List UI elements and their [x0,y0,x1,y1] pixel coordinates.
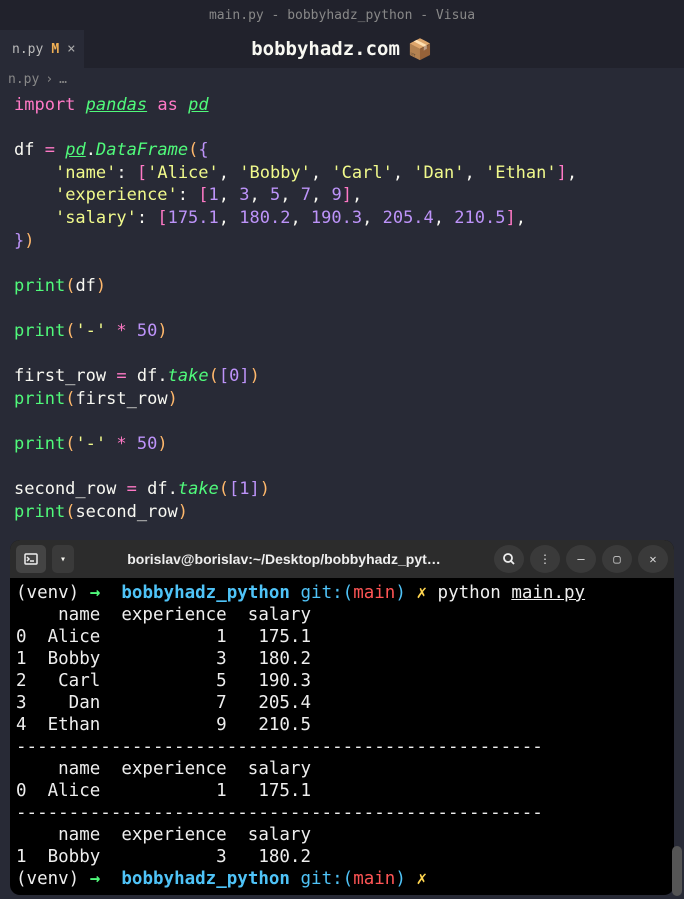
code-line: import pandas as pd [14,94,670,117]
terminal-line: ----------------------------------------… [16,802,668,824]
code-line: first_row = df.take([0]) [14,365,670,388]
code-line [14,410,670,433]
maximize-icon: ▢ [613,552,620,566]
tab-filename: n.py [12,42,43,57]
breadcrumb[interactable]: n.py › … [0,68,684,90]
code-editor[interactable]: import pandas as pd df = pd.DataFrame({ … [0,90,684,527]
search-icon [502,552,516,566]
terminal-line: name experience salary [16,824,668,846]
code-line: 'experience': [1, 3, 5, 7, 9], [14,184,670,207]
terminal-dropdown-button[interactable]: ▾ [52,545,74,573]
chevron-down-icon: ▾ [60,554,66,565]
terminal-titlebar: ▾ borislav@borislav:~/Desktop/bobbyhadz_… [10,540,674,578]
terminal-title: borislav@borislav:~/Desktop/bobbyhadz_py… [80,551,488,567]
terminal-line: 0 Alice 1 175.1 [16,626,668,648]
code-line: second_row = df.take([1]) [14,478,670,501]
watermark: bobbyhadz.com 📦 [251,37,433,61]
code-line: print(first_row) [14,388,670,411]
code-line: df = pd.DataFrame({ [14,139,670,162]
terminal-search-button[interactable] [494,545,524,573]
terminal-line: ----------------------------------------… [16,736,668,758]
code-line [14,343,670,366]
terminal-new-tab-button[interactable] [16,545,46,573]
watermark-text: bobbyhadz.com [251,38,400,60]
minimize-icon: – [577,552,584,566]
tab-modified-indicator: M [51,42,59,57]
code-line: print(df) [14,275,670,298]
code-line [14,117,670,140]
close-icon[interactable]: × [67,41,75,57]
code-line: }) [14,230,670,253]
code-line [14,456,670,479]
code-line: print(second_row) [14,501,670,524]
terminal-line: name experience salary [16,758,668,780]
terminal-line: 3 Dan 7 205.4 [16,692,668,714]
terminal-line: (venv) → bobbyhadz_python git:(main) ✗ p… [16,582,668,604]
terminal-maximize-button[interactable]: ▢ [602,545,632,573]
tab-bar: n.py M × bobbyhadz.com 📦 [0,30,684,68]
kebab-menu-icon: ⋮ [539,552,551,566]
scrollbar-thumb[interactable] [672,846,682,896]
breadcrumb-file: n.py [8,72,39,87]
terminal-menu-button[interactable]: ⋮ [530,545,560,573]
breadcrumb-more: … [59,72,67,87]
terminal-minimize-button[interactable]: – [566,545,596,573]
cube-icon: 📦 [408,37,433,61]
terminal-icon [24,553,38,565]
terminal-window: ▾ borislav@borislav:~/Desktop/bobbyhadz_… [10,540,674,895]
terminal-body[interactable]: (venv) → bobbyhadz_python git:(main) ✗ p… [10,578,674,894]
code-line [14,252,670,275]
code-line [14,297,670,320]
code-line: print('-' * 50) [14,433,670,456]
code-line: 'salary': [175.1, 180.2, 190.3, 205.4, 2… [14,207,670,230]
terminal-close-button[interactable]: ✕ [638,545,668,573]
code-line: print('-' * 50) [14,320,670,343]
terminal-line: 2 Carl 5 190.3 [16,670,668,692]
breadcrumb-separator-icon: › [45,72,53,87]
code-line: 'name': ['Alice', 'Bobby', 'Carl', 'Dan'… [14,162,670,185]
window-titlebar: main.py - bobbyhadz_python - Visua [0,0,684,30]
window-title: main.py - bobbyhadz_python - Visua [209,8,475,23]
close-icon: ✕ [649,552,656,566]
terminal-line: 1 Bobby 3 180.2 [16,648,668,670]
terminal-line: 4 Ethan 9 210.5 [16,714,668,736]
terminal-line: 0 Alice 1 175.1 [16,780,668,802]
tab-main-py[interactable]: n.py M × [0,30,84,68]
terminal-line: 1 Bobby 3 180.2 [16,846,668,868]
terminal-line: (venv) → bobbyhadz_python git:(main) ✗ [16,868,668,890]
terminal-line: name experience salary [16,604,668,626]
